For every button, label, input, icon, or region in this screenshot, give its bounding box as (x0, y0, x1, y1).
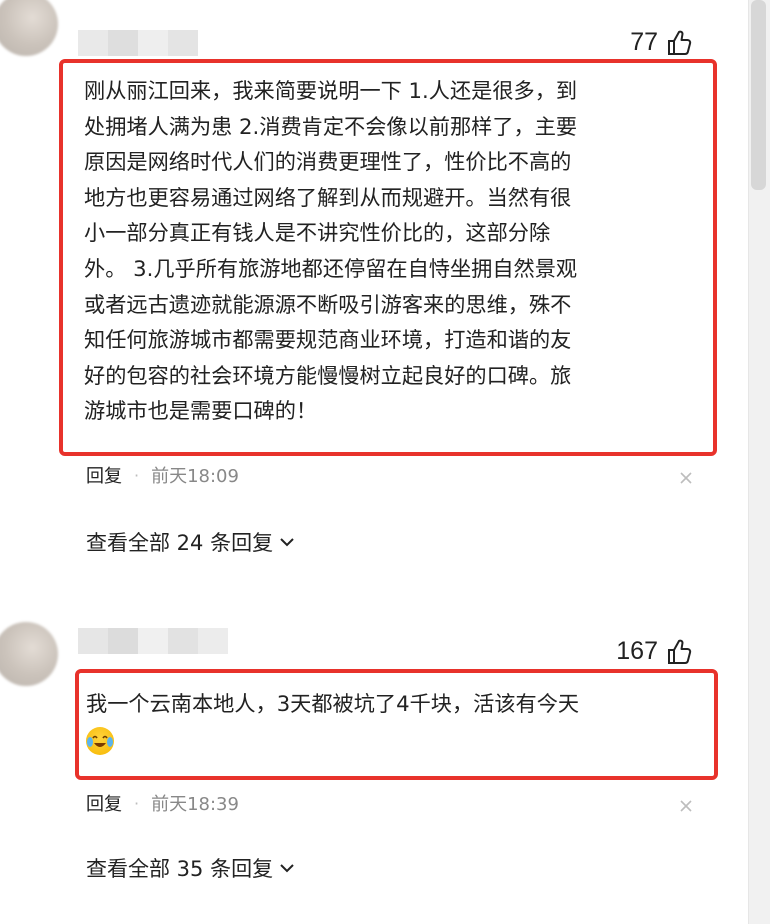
close-icon[interactable] (678, 798, 694, 814)
comment-text: 我一个云南本地人，3天都被坑了4千块，活该有今天 (86, 686, 579, 757)
chevron-down-icon (280, 864, 294, 873)
avatar[interactable] (0, 622, 58, 686)
view-replies-label: 查看全部 35 条回复 (86, 857, 274, 881)
like-button[interactable]: 167 (616, 637, 692, 666)
comment-text-line: 我一个云南本地人，3天都被坑了4千块，活该有今天 (86, 691, 580, 716)
comment-meta: 回复 · 前天18:39 (86, 790, 239, 816)
scrollbar-thumb[interactable] (751, 0, 766, 190)
view-all-replies-button[interactable]: 查看全部 35 条回复 (86, 853, 295, 883)
separator-dot: · (134, 793, 140, 813)
reply-button[interactable]: 回复 (86, 790, 122, 816)
crying-laughing-emoji (86, 726, 114, 755)
timestamp: 前天18:39 (151, 794, 239, 815)
username-blurred (78, 628, 228, 654)
thumbs-up-icon (668, 639, 692, 664)
like-count: 167 (616, 637, 658, 665)
emoji-line (86, 722, 579, 758)
comment-2: 167 我一个云南本地人，3天都被坑了4千块，活该有今天 回复 · 前天18:3… (0, 0, 748, 924)
